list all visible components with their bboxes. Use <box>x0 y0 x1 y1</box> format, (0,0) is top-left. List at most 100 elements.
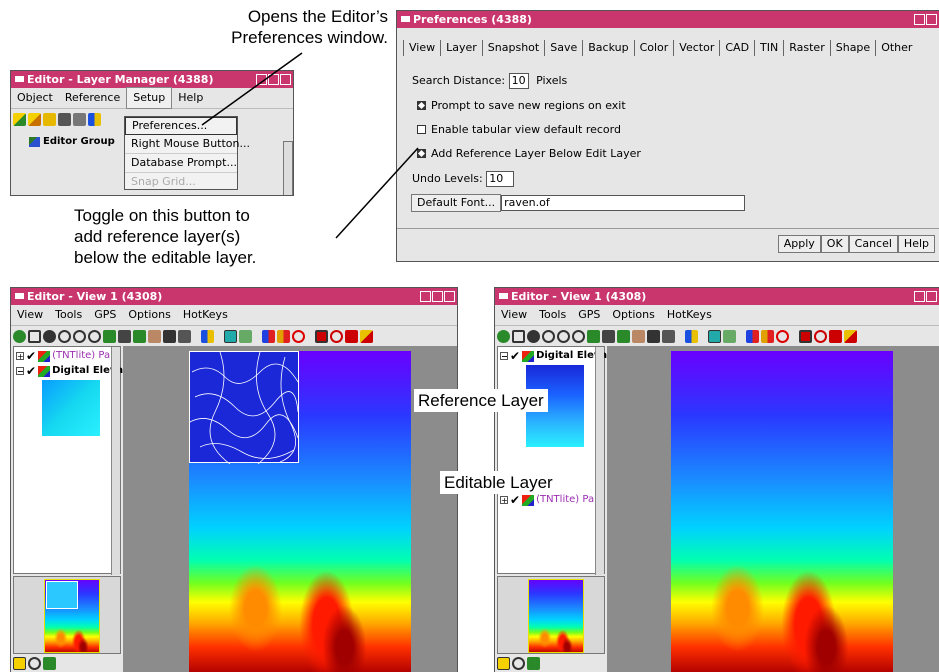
menu-tools[interactable]: Tools <box>533 305 572 325</box>
help-button[interactable]: Help <box>897 235 935 253</box>
menu-hotkeys[interactable]: HotKeys <box>177 305 234 325</box>
redraw-icon[interactable] <box>497 329 510 343</box>
zoom-previous-icon[interactable] <box>103 329 116 343</box>
menu-item-right-mouse-button[interactable]: Right Mouse Button... <box>125 135 250 154</box>
select-tool-icon[interactable] <box>224 329 237 343</box>
layer-controls-icon[interactable] <box>13 656 26 670</box>
tab-cad[interactable]: CAD <box>720 40 756 56</box>
sketch-icon[interactable] <box>148 329 161 343</box>
camera-icon[interactable] <box>178 329 191 343</box>
maximize-button[interactable] <box>926 291 937 302</box>
tab-tin[interactable]: TIN <box>755 40 785 56</box>
menu-reference[interactable]: Reference <box>59 88 126 108</box>
window-menu-icon[interactable] <box>401 16 410 22</box>
menu-object[interactable]: Object <box>11 88 59 108</box>
edit-icon[interactable] <box>844 329 857 343</box>
zoom-out-icon[interactable] <box>557 329 570 343</box>
zoom-status-icon[interactable] <box>28 656 41 670</box>
menu-gps[interactable]: GPS <box>572 305 606 325</box>
ok-button[interactable]: OK <box>820 235 849 253</box>
pan-icon[interactable] <box>43 329 56 343</box>
gps-icon[interactable] <box>617 329 630 343</box>
menu-tools[interactable]: Tools <box>49 305 88 325</box>
tab-other[interactable]: Other <box>876 40 917 56</box>
close-button[interactable] <box>280 74 291 85</box>
view-titlebar[interactable]: Editor - View 1 (4308) <box>11 288 457 305</box>
default-font-field[interactable]: raven.of <box>501 195 746 211</box>
camera-icon[interactable] <box>662 329 675 343</box>
menu-options[interactable]: Options <box>122 305 176 325</box>
zoom-out-icon[interactable] <box>73 329 86 343</box>
tab-color[interactable]: Color <box>635 40 675 56</box>
menu-view[interactable]: View <box>495 305 533 325</box>
zoom-status-icon[interactable] <box>512 656 525 670</box>
binoculars-icon[interactable] <box>647 329 660 343</box>
layer-row[interactable]: + ✔ (TNTlite) Par <box>500 493 598 507</box>
window-menu-icon[interactable] <box>499 293 508 299</box>
tab-save[interactable]: Save <box>545 40 584 56</box>
menu-help[interactable]: Help <box>172 88 209 108</box>
view-titlebar[interactable]: Editor - View 1 (4308) <box>495 288 939 305</box>
tab-layer[interactable]: Layer <box>441 40 483 56</box>
default-font-button[interactable]: Default Font... <box>411 194 502 212</box>
expand-icon[interactable]: + <box>16 352 24 361</box>
layer-list-scrollbar[interactable] <box>595 347 604 575</box>
add-reference-checkbox[interactable] <box>417 149 426 158</box>
window-menu-icon[interactable] <box>15 76 24 82</box>
measure-icon[interactable] <box>723 329 736 343</box>
collapse-icon[interactable]: − <box>16 367 24 376</box>
zoom-previous-icon[interactable] <box>587 329 600 343</box>
layer-list-scrollbar[interactable] <box>111 347 120 575</box>
minimize-button[interactable] <box>420 291 431 302</box>
layer-controls-icon[interactable] <box>497 656 510 670</box>
locator-view-box[interactable] <box>528 579 584 653</box>
redraw-icon[interactable] <box>13 329 26 343</box>
back-arrow-icon[interactable] <box>262 329 275 343</box>
add-object-icon[interactable] <box>28 112 41 126</box>
map-status-icon[interactable] <box>527 656 540 670</box>
minimize-button[interactable] <box>256 74 267 85</box>
edit-icon[interactable] <box>360 329 373 343</box>
map-canvas[interactable] <box>123 346 457 672</box>
add-reference-icon[interactable] <box>201 329 214 343</box>
map-status-icon[interactable] <box>43 656 56 670</box>
visibility-check-icon[interactable]: ✔ <box>510 349 520 363</box>
vertical-scrollbar[interactable] <box>283 141 293 195</box>
map-canvas[interactable] <box>607 346 939 672</box>
zoom-box-icon[interactable] <box>572 329 585 343</box>
target-icon[interactable] <box>315 329 328 343</box>
add-reference-icon[interactable] <box>685 329 698 343</box>
apply-button[interactable]: Apply <box>777 235 821 253</box>
select-tool-icon[interactable] <box>708 329 721 343</box>
menu-item-preferences[interactable]: Preferences... <box>125 117 237 135</box>
stop-icon[interactable] <box>292 329 305 343</box>
save-as-icon[interactable] <box>73 112 86 126</box>
add-reference-icon[interactable] <box>88 112 101 126</box>
tab-snapshot[interactable]: Snapshot <box>483 40 546 56</box>
minimize-button[interactable] <box>914 291 925 302</box>
zoom-in-icon[interactable] <box>58 329 71 343</box>
pan-icon[interactable] <box>527 329 540 343</box>
layer-row[interactable]: − ✔ Digital Eleva <box>500 349 607 363</box>
menu-setup[interactable]: Setup <box>126 87 173 109</box>
menu-hotkeys[interactable]: HotKeys <box>661 305 718 325</box>
maximize-button[interactable] <box>926 14 937 25</box>
open-folder-icon[interactable] <box>43 112 56 126</box>
zoom-icon[interactable] <box>814 329 827 343</box>
tab-view[interactable]: View <box>403 40 442 56</box>
editor-group-item[interactable]: Editor Group <box>29 136 115 147</box>
layer-icon[interactable] <box>602 329 615 343</box>
tab-raster[interactable]: Raster <box>784 40 831 56</box>
visibility-check-icon[interactable]: ✔ <box>26 349 36 363</box>
zoom-icon[interactable] <box>330 329 343 343</box>
collapse-icon[interactable]: − <box>500 352 508 361</box>
window-menu-icon[interactable] <box>15 293 24 299</box>
sketch-icon[interactable] <box>632 329 645 343</box>
tab-shape[interactable]: Shape <box>831 40 877 56</box>
maximize-button[interactable] <box>268 74 279 85</box>
preferences-titlebar[interactable]: Preferences (4388) <box>397 11 939 28</box>
undo-levels-field[interactable]: 10 <box>486 171 515 187</box>
add-layer-icon[interactable] <box>13 112 26 126</box>
prompt-save-checkbox[interactable] <box>417 101 426 110</box>
cancel-button[interactable]: Cancel <box>848 235 898 253</box>
